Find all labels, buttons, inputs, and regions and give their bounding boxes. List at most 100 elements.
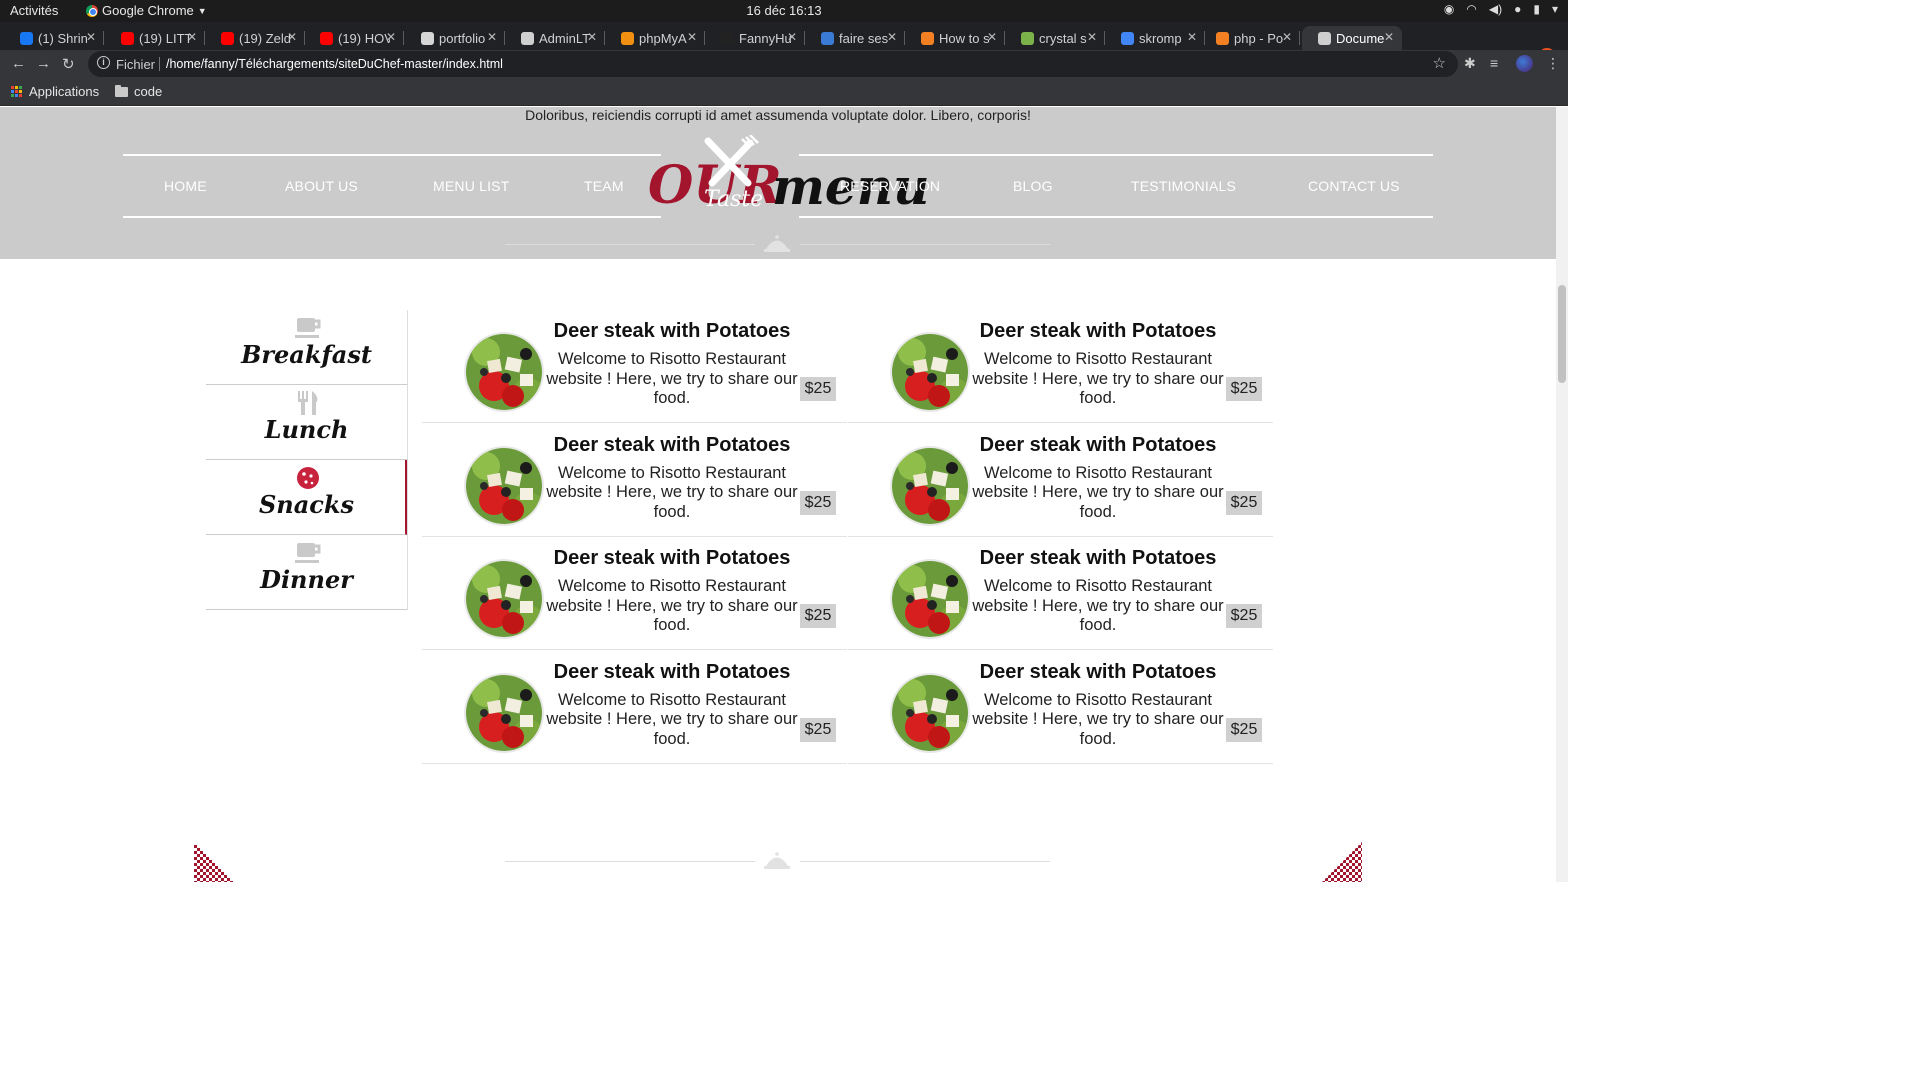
tab-close-icon[interactable]: ✕ (386, 30, 396, 44)
dish-card[interactable]: Deer steak with Potatoes Welcome to Riso… (422, 310, 847, 423)
tab-close-icon[interactable]: ✕ (687, 30, 697, 44)
battery-icon[interactable]: ▮ (1533, 2, 1540, 16)
bookmark-star-icon[interactable]: ☆ (1433, 54, 1446, 72)
dish-title: Deer steak with Potatoes (553, 433, 791, 456)
browser-tab[interactable]: crystal s ✕ (1005, 26, 1105, 50)
category-label: Lunch (264, 415, 349, 444)
coffee-cup-icon (295, 318, 321, 338)
wifi-icon[interactable]: ◠ (1466, 2, 1476, 16)
dish-card[interactable]: Deer steak with Potatoes Welcome to Riso… (848, 537, 1273, 650)
microphone-icon[interactable]: ● (1514, 2, 1521, 16)
dish-card[interactable]: Deer steak with Potatoes Welcome to Riso… (848, 651, 1273, 764)
footer-cloche-divider (505, 851, 1050, 871)
checkered-corner-left (194, 842, 234, 882)
tab-close-icon[interactable]: ✕ (1282, 30, 1292, 44)
dish-card[interactable]: Deer steak with Potatoes Welcome to Riso… (848, 424, 1273, 537)
browser-tab[interactable]: How to s ✕ (905, 26, 1005, 50)
browser-toolbar: ← → ↻ i Fichier /home/fanny/Téléchargeme… (0, 50, 1568, 78)
tab-separator (1299, 31, 1300, 45)
reload-icon[interactable]: ↻ (62, 55, 75, 73)
checkered-corner-right (1322, 842, 1362, 882)
nav-menu-list[interactable]: MENU LIST (433, 178, 509, 194)
tab-label: AdminLT (539, 30, 591, 46)
nav-testimonials[interactable]: TESTIMONIALS (1131, 178, 1236, 194)
volume-icon[interactable]: ◀) (1489, 2, 1502, 16)
browser-tab[interactable]: (19) HOV ✕ (304, 26, 404, 50)
nav-bottom-line-left (123, 216, 661, 218)
dish-price: $25 (1226, 717, 1262, 742)
dish-photo (890, 559, 970, 639)
nav-blog[interactable]: BLOG (1013, 178, 1053, 194)
nav-top-line-left (123, 154, 661, 156)
nav-team[interactable]: TEAM (584, 178, 624, 194)
tab-close-icon[interactable]: ✕ (887, 30, 897, 44)
nav-contact-us[interactable]: CONTACT US (1308, 178, 1400, 194)
browser-tab[interactable]: (19) LITT ✕ (105, 26, 205, 50)
clock[interactable]: 16 déc 16:13 (0, 3, 1568, 18)
tab-favicon-icon (320, 31, 333, 45)
tab-separator (103, 31, 104, 45)
dish-card[interactable]: Deer steak with Potatoes Welcome to Riso… (422, 651, 847, 764)
tab-close-icon[interactable]: ✕ (987, 30, 997, 44)
browser-tab[interactable]: faire ses ✕ (805, 26, 905, 50)
nav-home[interactable]: HOME (164, 178, 207, 194)
nav-top-line-right (799, 154, 1433, 156)
system-tray[interactable]: ◉ ◠ ◀) ● ▮ ▾ (1444, 2, 1558, 16)
browser-tab[interactable]: (19) Zeld ✕ (205, 26, 305, 50)
tab-close-icon[interactable]: ✕ (1187, 30, 1197, 44)
browser-tab[interactable]: php - Po ✕ (1200, 26, 1300, 50)
url-text[interactable]: /home/fanny/Téléchargements/siteDuChef-m… (166, 57, 503, 71)
dish-price: $25 (1226, 604, 1262, 628)
browser-tab[interactable]: portfolio ✕ (405, 26, 505, 50)
scrollbar-thumb[interactable] (1558, 285, 1566, 383)
discord-icon[interactable]: ◉ (1444, 2, 1454, 16)
site-info-icon[interactable]: i (97, 56, 110, 69)
nav-about-us[interactable]: ABOUT US (285, 178, 358, 194)
back-arrow-icon[interactable]: ← (11, 55, 26, 72)
tab-favicon-icon (1216, 31, 1229, 45)
dish-price: $25 (1226, 490, 1262, 515)
system-menu-caret-icon[interactable]: ▾ (1552, 2, 1558, 16)
dish-card[interactable]: Deer steak with Potatoes Welcome to Riso… (422, 424, 847, 537)
dish-description: Welcome to Risotto Restaurant website ! … (972, 350, 1224, 407)
forward-arrow-icon[interactable]: → (36, 55, 51, 72)
browser-tab[interactable]: Docume ✕ (1302, 26, 1402, 50)
tab-close-icon[interactable]: ✕ (187, 30, 197, 44)
dish-card[interactable]: Deer steak with Potatoes Welcome to Riso… (848, 310, 1273, 423)
dish-card[interactable]: Deer steak with Potatoes Welcome to Riso… (422, 537, 847, 650)
tab-close-icon[interactable]: ✕ (787, 30, 797, 44)
bookmark-applications[interactable]: Applications (11, 84, 99, 99)
extensions-puzzle-icon[interactable]: ✱ (1464, 55, 1476, 72)
tab-favicon-icon (621, 31, 634, 45)
browser-tab[interactable]: FannyHu ✕ (705, 26, 805, 50)
tab-close-icon[interactable]: ✕ (1087, 30, 1097, 44)
tab-close-icon[interactable]: ✕ (1384, 30, 1394, 44)
browser-tab[interactable]: skromp ✕ (1105, 26, 1205, 50)
category-breakfast[interactable]: Breakfast (206, 310, 407, 385)
chrome-menu-kebab-icon[interactable]: ⋮ (1546, 55, 1560, 72)
bookmark-folder-code[interactable]: code (115, 84, 162, 99)
scheme-label: Fichier (116, 57, 156, 72)
dish-price: $25 (800, 717, 836, 742)
tab-label: Docume (1336, 30, 1385, 46)
dish-price: $25 (1226, 377, 1262, 401)
tab-close-icon[interactable]: ✕ (287, 30, 297, 44)
tab-close-icon[interactable]: ✕ (86, 30, 96, 44)
page-scrollbar[interactable] (1556, 107, 1568, 882)
category-snacks[interactable]: Snacks (206, 460, 407, 535)
browser-tab[interactable]: phpMyA ✕ (605, 26, 705, 50)
browser-tab[interactable]: AdminLT ✕ (505, 26, 605, 50)
nav-reservation[interactable]: RESERVATION (840, 178, 940, 194)
address-bar[interactable]: i Fichier /home/fanny/Téléchargements/si… (88, 51, 1458, 77)
category-dinner[interactable]: Dinner (206, 535, 407, 610)
dish-description: Welcome to Risotto Restaurant website ! … (972, 577, 1224, 634)
cloche-divider (505, 234, 1050, 254)
tab-close-icon[interactable]: ✕ (587, 30, 597, 44)
category-lunch[interactable]: Lunch (206, 385, 407, 460)
media-queue-icon[interactable]: ≡ (1490, 55, 1498, 71)
page-viewport: Doloribus, reiciendis corrupti id amet a… (0, 107, 1556, 882)
address-divider (159, 57, 160, 71)
profile-avatar[interactable] (1516, 55, 1533, 72)
tab-close-icon[interactable]: ✕ (487, 30, 497, 44)
browser-tab[interactable]: (1) Shrin ✕ (4, 26, 104, 50)
